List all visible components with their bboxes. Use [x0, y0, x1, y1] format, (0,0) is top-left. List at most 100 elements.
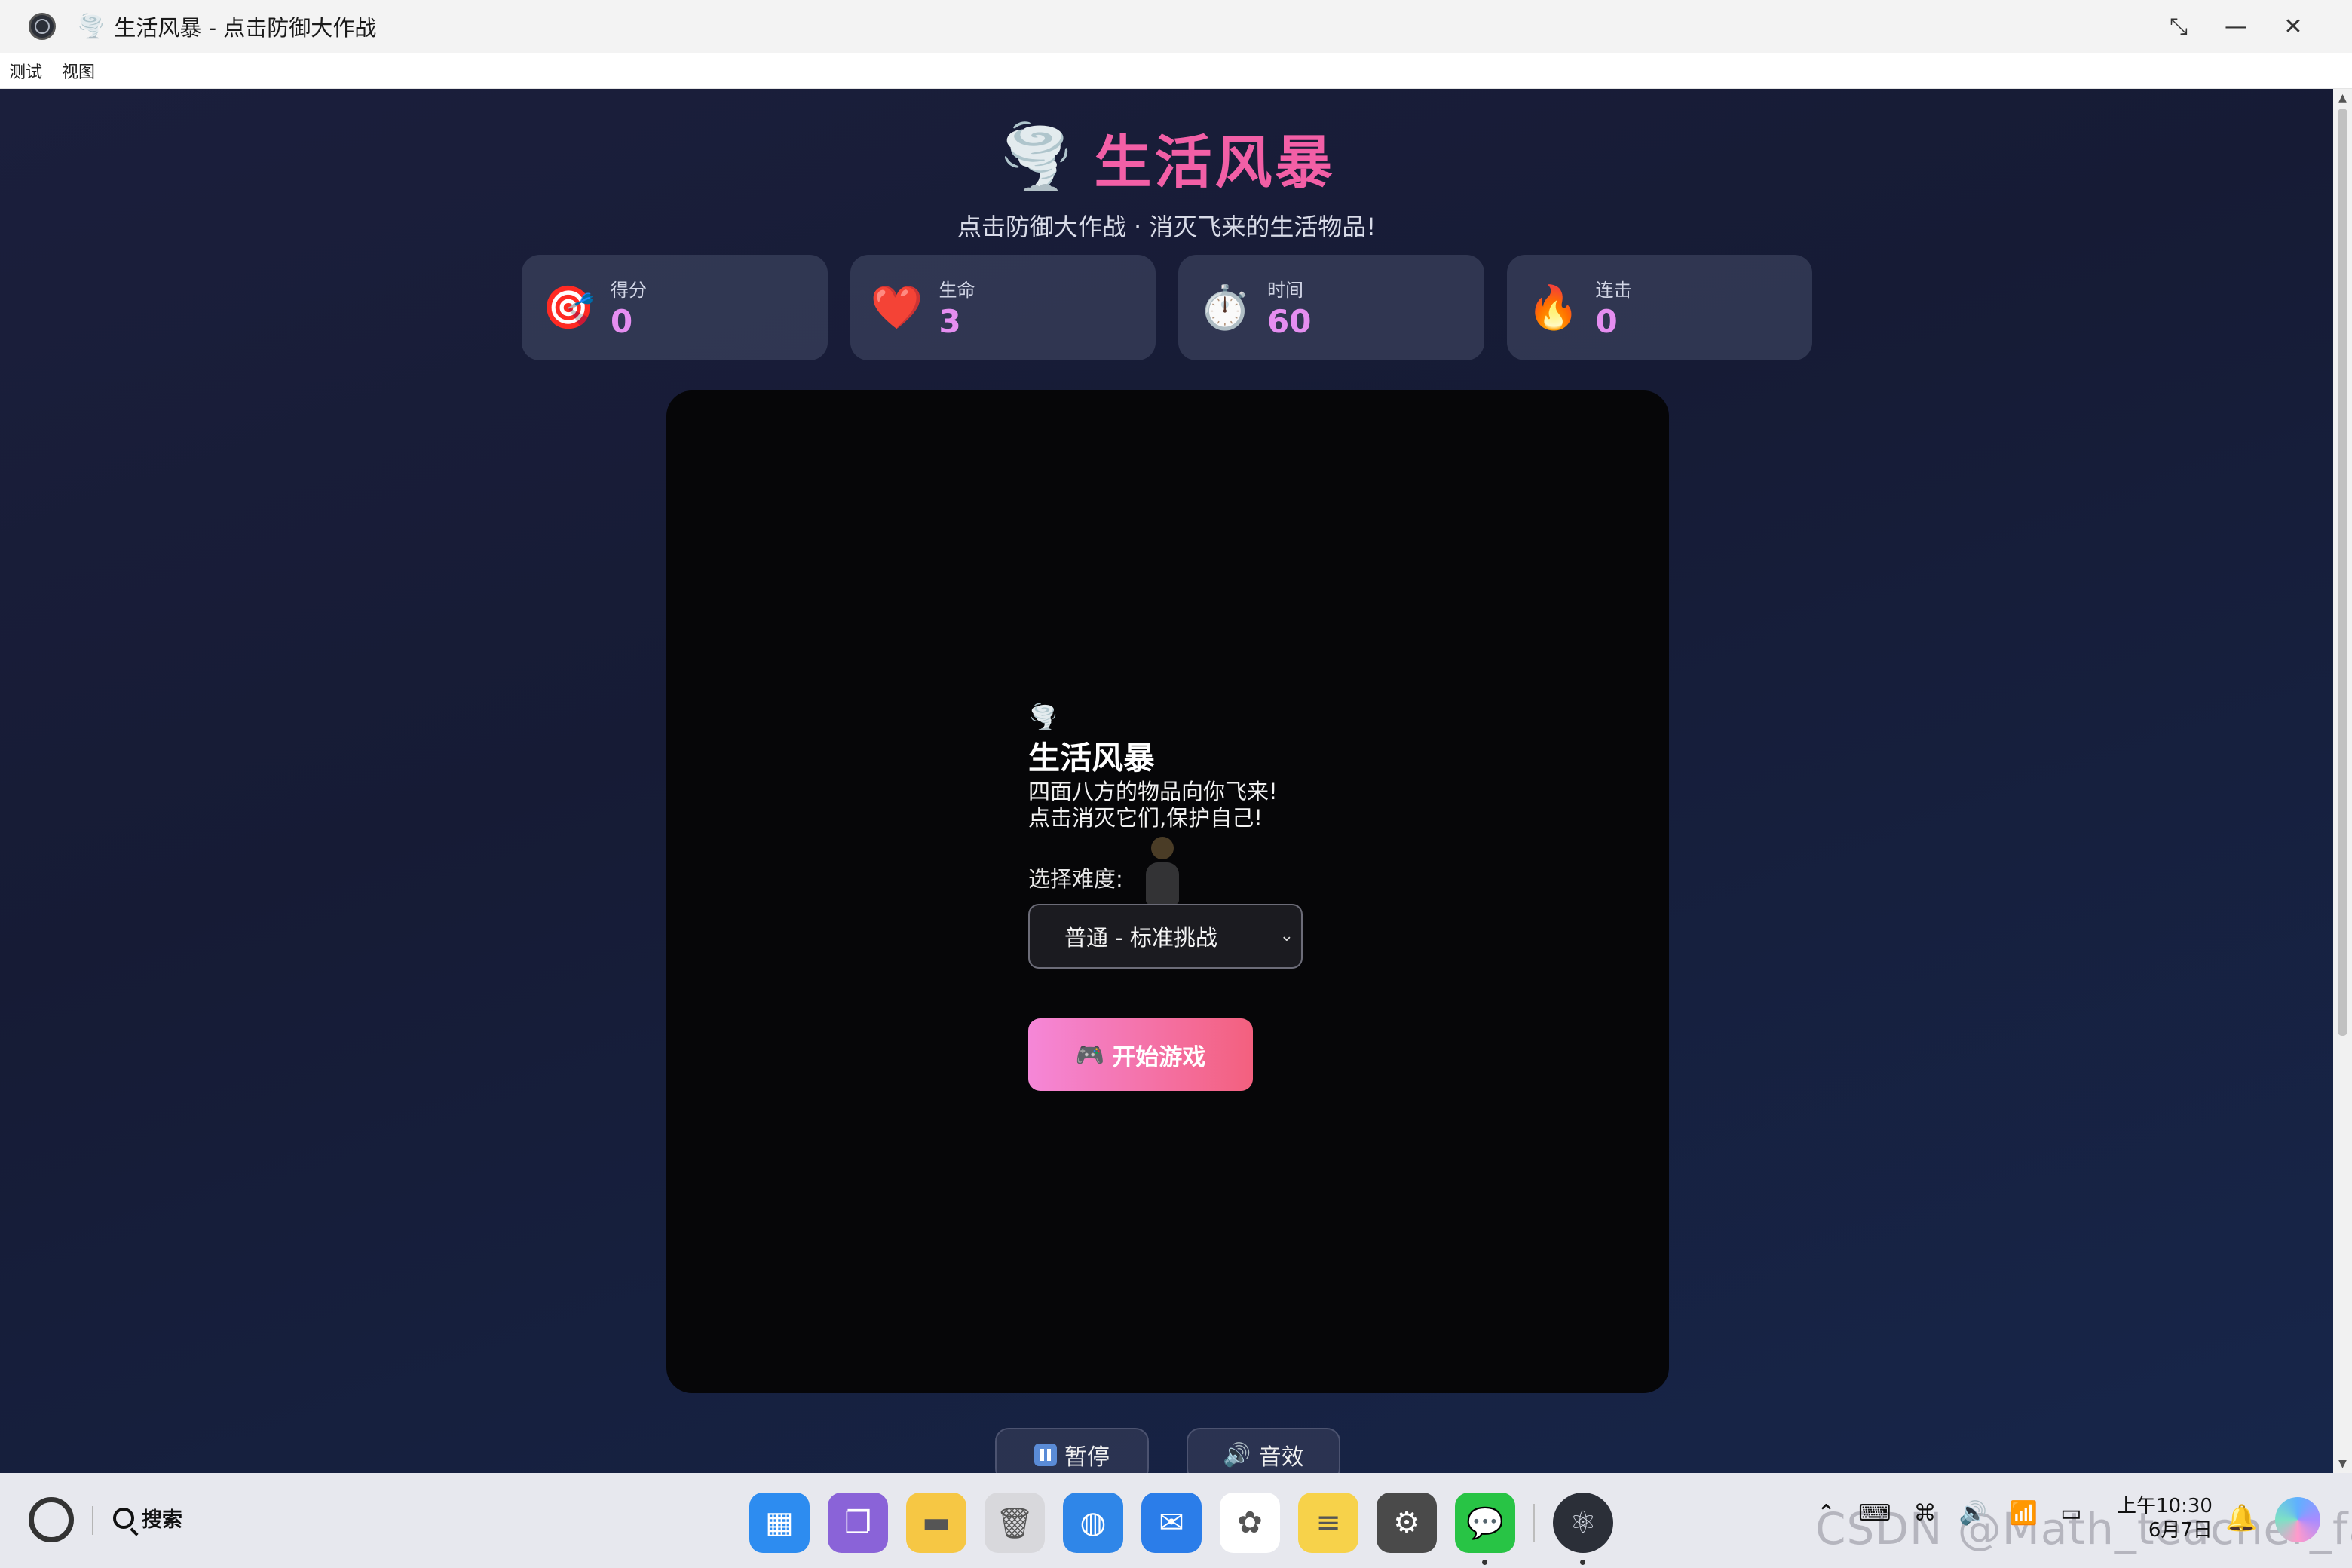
game-app-glyph: ⚛ — [1570, 1505, 1597, 1540]
chevron-up-icon[interactable]: ⌃ — [1817, 1500, 1836, 1527]
dock-app-settings-icon[interactable]: ⚙ — [1377, 1493, 1437, 1553]
taskbar: 搜索 ▦ ❐ ▬ 🗑 ◍ ✉ ✿ ≡ ⚙ 💬 ⚛ CSDN @Math_teacher_fan ⌃ … — [0, 1473, 2352, 1568]
dock-app-notes-icon[interactable]: ≡ — [1298, 1493, 1358, 1553]
stat-time: ⏱️ 时间 60 — [1178, 255, 1484, 360]
speaker-icon: 🔊 — [1223, 1441, 1251, 1468]
battery-icon[interactable]: ▭ — [2060, 1500, 2081, 1527]
launcher-glyph: ▦ — [765, 1505, 794, 1540]
game-canvas[interactable]: 🌪️ 生活风暴 四面八方的物品向你飞来! 点击消灭它们,保护自己! 选择难度: … — [666, 390, 1669, 1393]
dock-app-browser-icon[interactable]: ◍ — [1063, 1493, 1123, 1553]
mail-glyph: ✉ — [1159, 1505, 1184, 1540]
heart-icon: ❤️ — [870, 283, 923, 332]
window-title: 生活风暴 - 点击防御大作战 — [114, 15, 377, 41]
running-indicator — [1580, 1560, 1585, 1565]
logo-row: 🌪️ 生活风暴 — [0, 116, 2333, 199]
fire-icon: 🔥 — [1527, 283, 1580, 332]
settings-glyph: ⚙ — [1393, 1505, 1420, 1540]
start-overlay: 🌪️ 生活风暴 四面八方的物品向你飞来! 点击消灭它们,保护自己! 选择难度: … — [1028, 703, 1375, 1091]
page-header: 🌪️ 生活风暴 点击防御大作战 · 消灭飞来的生活物品! — [0, 116, 2333, 243]
stat-score: 🎯 得分 0 — [522, 255, 828, 360]
start-game-button[interactable]: 🎮 开始游戏 — [1028, 1018, 1253, 1091]
dock-app-launcher-icon[interactable]: ▦ — [749, 1493, 810, 1553]
notification-icon[interactable]: 🔔 — [2225, 1503, 2257, 1533]
dock-app-multitask-icon[interactable]: ❐ — [828, 1493, 888, 1553]
pause-label: 暂停 — [1064, 1444, 1110, 1471]
app-dock: ▦ ❐ ▬ 🗑 ◍ ✉ ✿ ≡ ⚙ 💬 ⚛ — [749, 1493, 1613, 1565]
dock-divider — [1533, 1504, 1535, 1542]
sound-button[interactable]: 🔊 音效 — [1187, 1428, 1340, 1473]
stat-label: 得分 — [611, 280, 647, 301]
stat-value: 0 — [611, 303, 633, 340]
volume-icon[interactable]: 🔊 — [1958, 1500, 1986, 1527]
input-method-icon[interactable]: ⌨ — [1858, 1500, 1891, 1527]
running-indicator — [1482, 1560, 1487, 1565]
overlay-desc-line-1: 四面八方的物品向你飞来! — [1028, 779, 1278, 804]
pause-button[interactable]: 暂停 — [995, 1428, 1149, 1473]
photos-glyph: ✿ — [1237, 1505, 1263, 1540]
player-avatar-icon — [1143, 837, 1182, 906]
dock-app-wechat-icon[interactable]: 💬 — [1455, 1493, 1515, 1565]
close-icon[interactable]: ✕ — [2265, 0, 2322, 53]
scroll-thumb[interactable] — [2338, 109, 2347, 1036]
minimize-icon[interactable]: — — [2207, 0, 2265, 53]
restore-icon[interactable]: ⤡ — [2150, 0, 2207, 53]
stats-bar: 🎯 得分 0 ❤️ 生命 3 ⏱️ 时间 60 🔥 连击 0 — [522, 255, 1812, 360]
scroll-up-icon[interactable]: ▲ — [2333, 89, 2352, 107]
target-icon: 🎯 — [542, 283, 595, 332]
stat-time-text: 时间 60 — [1267, 275, 1311, 340]
game-page: 🌪️ 生活风暴 点击防御大作战 · 消灭飞来的生活物品! 🎯 得分 0 ❤️ 生… — [0, 89, 2333, 1473]
difficulty-label: 选择难度: — [1028, 866, 1123, 892]
title-bar: 🌪️ 生活风暴 - 点击防御大作战 ⤡ — ✕ — [0, 0, 2352, 53]
overlay-desc-line-2: 点击消灭它们,保护自己! — [1028, 805, 1263, 831]
menu-item-view[interactable]: 视图 — [62, 59, 95, 83]
sound-label: 音效 — [1258, 1444, 1304, 1471]
dock-app-game-running-icon[interactable]: ⚛ — [1553, 1493, 1613, 1565]
tornado-icon: 🌪️ — [77, 13, 106, 40]
taskbar-search[interactable]: 搜索 — [113, 1503, 182, 1533]
files-glyph: ▬ — [922, 1505, 951, 1540]
page-scrollbar[interactable]: ▲ ▼ — [2333, 89, 2352, 1473]
taskbar-separator — [92, 1506, 93, 1535]
menu-bar: 测试 视图 — [0, 53, 2352, 89]
window-controls: ⤡ — ✕ — [2150, 0, 2322, 53]
overlay-title: 生活风暴 — [1028, 740, 1156, 776]
stat-value: 0 — [1595, 303, 1618, 340]
browser-glyph: ◍ — [1080, 1505, 1107, 1540]
tornado-icon: 🌪️ — [1028, 703, 1058, 731]
stat-label: 时间 — [1267, 280, 1303, 301]
wifi-icon[interactable]: 📶 — [2010, 1500, 2038, 1527]
stat-value: 3 — [939, 303, 961, 340]
game-controls: 暂停 🔊 音效 — [995, 1428, 1340, 1473]
pause-icon — [1034, 1444, 1057, 1466]
menu-item-test[interactable]: 测试 — [9, 59, 42, 83]
stat-label: 生命 — [939, 280, 975, 301]
tornado-icon: 🌪️ — [997, 121, 1075, 193]
app-icon — [29, 13, 56, 40]
trash-glyph: 🗑 — [995, 1505, 1034, 1541]
page-subtitle: 点击防御大作战 · 消灭飞来的生活物品! — [957, 213, 1377, 241]
assistant-icon[interactable] — [2275, 1497, 2320, 1542]
chevron-down-icon: ⌄ — [1279, 926, 1294, 945]
stat-label: 连击 — [1595, 280, 1632, 301]
difficulty-select[interactable]: 普通 - 标准挑战 ⌄ — [1028, 904, 1303, 969]
dock-app-trash-icon[interactable]: 🗑 — [985, 1493, 1045, 1553]
avatar-head — [1151, 837, 1174, 859]
dock-app-files-icon[interactable]: ▬ — [906, 1493, 966, 1553]
gamepad-icon: 🎮 — [1075, 1041, 1105, 1069]
avatar-body — [1146, 862, 1179, 905]
start-menu-icon[interactable] — [29, 1497, 74, 1542]
dock-app-photos-icon[interactable]: ✿ — [1220, 1493, 1280, 1553]
clock-time: 上午10:30 — [2117, 1495, 2213, 1517]
difficulty-selected-value: 普通 - 标准挑战 — [1064, 925, 1217, 951]
multitask-glyph: ❐ — [844, 1505, 871, 1540]
wechat-glyph: 💬 — [1466, 1505, 1504, 1541]
stat-lives: ❤️ 生命 3 — [850, 255, 1156, 360]
stat-combo: 🔥 连击 0 — [1506, 255, 1812, 360]
start-game-label: 开始游戏 — [1112, 1043, 1206, 1071]
taskbar-clock[interactable]: 上午10:30 6月7日 — [2117, 1494, 2213, 1542]
search-icon — [113, 1507, 134, 1529]
stat-value: 60 — [1267, 303, 1312, 340]
keyboard-icon[interactable]: ⌘ — [1913, 1500, 1936, 1527]
scroll-down-icon[interactable]: ▼ — [2333, 1455, 2352, 1473]
dock-app-mail-icon[interactable]: ✉ — [1141, 1493, 1202, 1553]
